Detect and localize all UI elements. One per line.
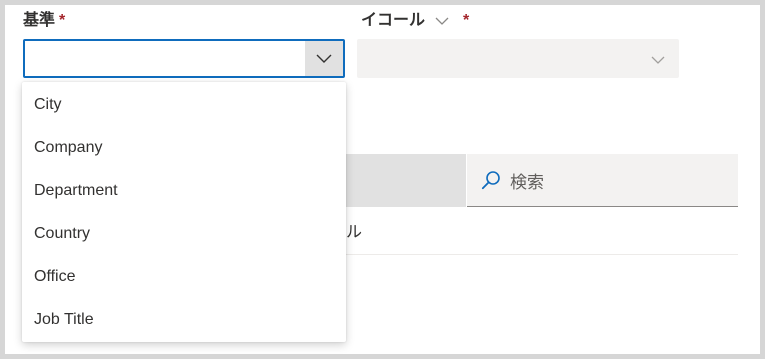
dropdown-option-country[interactable]: Country [22, 212, 346, 255]
chevron-down-icon [316, 54, 332, 63]
operator-required-mark: * [463, 12, 470, 29]
table-row-divider [346, 254, 738, 255]
basis-label-text: 基準 [23, 12, 56, 29]
table-cell-fragment: ル [346, 224, 363, 241]
operator-select-chevron [651, 52, 665, 70]
basis-select[interactable] [23, 39, 345, 78]
dropdown-option-company[interactable]: Company [22, 126, 346, 169]
chevron-down-icon [435, 17, 449, 25]
search-placeholder: 検索 [510, 172, 544, 192]
dropdown-option-job-title[interactable]: Job Title [22, 298, 346, 341]
basis-label: 基準 * [23, 11, 65, 31]
operator-label-chevron[interactable] [435, 17, 449, 26]
search-icon [481, 170, 501, 190]
operator-label[interactable]: イコール * [361, 11, 469, 31]
dropdown-option-department[interactable]: Department [22, 169, 346, 212]
operator-label-text: イコール [361, 12, 426, 29]
dropdown-option-city[interactable]: City [22, 83, 346, 126]
basis-required-mark: * [59, 12, 66, 29]
dropdown-option-office[interactable]: Office [22, 255, 346, 298]
toolbar-background [346, 154, 466, 207]
chevron-down-icon [651, 56, 665, 64]
basis-select-caret[interactable] [305, 41, 343, 76]
search-box[interactable]: 検索 [467, 154, 738, 207]
operator-select[interactable] [357, 39, 679, 78]
basis-dropdown-menu: City Company Department Country Office J… [22, 82, 346, 342]
